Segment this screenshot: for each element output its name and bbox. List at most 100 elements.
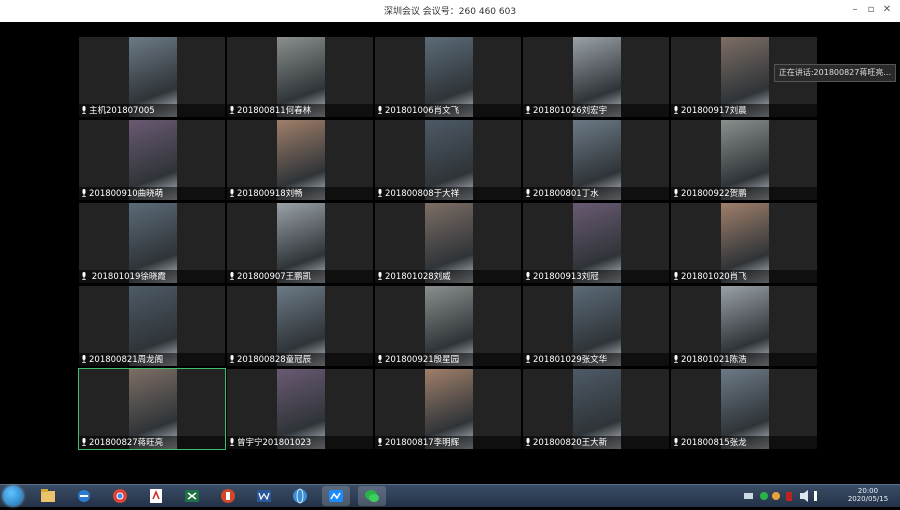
taskbar-app-wechat[interactable]: [358, 486, 386, 506]
taskbar-app-chrome[interactable]: [106, 486, 134, 506]
participant-tile[interactable]: 201800815张龙: [671, 369, 817, 449]
participant-tile[interactable]: 201800817李明辉: [375, 369, 521, 449]
wechat-tray-icon[interactable]: [760, 492, 768, 500]
participant-tile[interactable]: 曾宇宁201801023: [227, 369, 373, 449]
tile-label-bar: 201801020肖飞: [671, 270, 817, 283]
tile-label-bar: 201800921殷星园: [375, 353, 521, 366]
participant-name-text: 201800811何春林: [237, 106, 312, 116]
meeting-app-icon: [329, 490, 343, 502]
speaking-tooltip: 正在讲话:201800827蒋旺亮...: [773, 64, 896, 82]
participant-tile[interactable]: 201801026刘宏宇: [523, 37, 669, 117]
word-icon: [257, 490, 271, 502]
tile-label-bar: 曾宇宁201801023: [227, 436, 373, 449]
microphone-icon: [378, 272, 382, 280]
taskbar-app-file-explorer[interactable]: [34, 486, 62, 506]
minimize-button[interactable]: –: [848, 3, 862, 17]
participant-tile[interactable]: 201801029张文华: [523, 286, 669, 366]
tile-label-bar: 201800913刘冠: [523, 270, 669, 283]
participant-tile[interactable]: 201800801丁水: [523, 120, 669, 200]
security-tray-icon[interactable]: [786, 492, 792, 501]
participant-name-text: 201801019徐晓霞: [89, 272, 166, 282]
participant-name-text: 201800820王大新: [533, 438, 608, 448]
keyboard-icon[interactable]: [744, 493, 753, 499]
tile-label-bar: 201800918刘畅: [227, 187, 373, 200]
taskbar: 20:00 2020/05/15: [0, 484, 900, 507]
maximize-button[interactable]: ▫: [864, 3, 878, 17]
participant-tile[interactable]: 201800811何春林: [227, 37, 373, 117]
participant-tile[interactable]: 201800922贺鹏: [671, 120, 817, 200]
tile-label-bar: 201800808于大祥: [375, 187, 521, 200]
microphone-icon: [526, 272, 530, 280]
participant-name-text: 201800801丁水: [533, 189, 599, 199]
participant-tile[interactable]: 201800913刘冠: [523, 203, 669, 283]
excel-icon: [185, 490, 199, 502]
participant-tile[interactable]: 201800921殷星园: [375, 286, 521, 366]
volume-icon[interactable]: [800, 490, 808, 502]
tile-label-bar: 201800827蒋旺亮: [79, 436, 225, 449]
participant-name-text: 曾宇宁201801023: [237, 438, 312, 448]
taskbar-app-pdf[interactable]: [142, 486, 170, 506]
participant-name-text: 201801006肖文飞: [385, 106, 460, 116]
taskbar-app-ie[interactable]: [70, 486, 98, 506]
tile-label-bar: 201800910曲晓萌: [79, 187, 225, 200]
taskbar-app-globe[interactable]: [286, 486, 314, 506]
participant-name: 201800821周龙阁: [81, 353, 163, 365]
participant-name-text: 主机201807005: [89, 106, 155, 116]
microphone-icon: [526, 189, 530, 197]
participant-tile[interactable]: 201800910曲晓萌: [79, 120, 225, 200]
tile-label-bar: 主机201807005: [79, 104, 225, 117]
microphone-icon: [82, 438, 86, 446]
participant-name-text: 201800910曲晓萌: [89, 189, 164, 199]
participant-name: 201801026刘宏宇: [525, 104, 607, 116]
participant-tile[interactable]: 201801020肖飞: [671, 203, 817, 283]
file-explorer-icon: [41, 489, 55, 502]
tile-label-bar: 201800922贺鹏: [671, 187, 817, 200]
participant-tile[interactable]: 201801028刘威: [375, 203, 521, 283]
participant-name: 201800917刘晨: [673, 104, 747, 116]
taskbar-app-excel[interactable]: [178, 486, 206, 506]
tray-icons: [744, 490, 817, 502]
participant-tile[interactable]: 主机201807005: [79, 37, 225, 117]
participant-name: 201801029张文华: [525, 353, 607, 365]
microphone-icon: [674, 189, 678, 197]
flag-icon[interactable]: [814, 491, 817, 501]
participant-name-text: 201801021陈浩: [681, 355, 747, 365]
clock-time: 20:00: [857, 487, 879, 495]
participant-tile[interactable]: 201800808于大祥: [375, 120, 521, 200]
microphone-icon: [230, 272, 234, 280]
tile-label-bar: 201800811何春林: [227, 104, 373, 117]
participant-name: 201800815张龙: [673, 436, 747, 448]
participant-name: 201800811何春林: [229, 104, 311, 116]
close-button[interactable]: ✕: [880, 3, 894, 17]
participant-name: 201800910曲晓萌: [81, 187, 163, 199]
participant-tile[interactable]: 201800907王鹏凯: [227, 203, 373, 283]
participant-name: 201801019徐晓霞: [81, 270, 166, 282]
start-button[interactable]: [3, 486, 23, 506]
taskbar-app-powerpoint[interactable]: [214, 486, 242, 506]
participant-name: 201800828童冠辰: [229, 353, 311, 365]
taskbar-app-meeting-app[interactable]: [322, 486, 350, 506]
participant-tile[interactable]: 201800821周龙阁: [79, 286, 225, 366]
microphone-icon: [82, 272, 86, 280]
participant-tile[interactable]: 201800820王大新: [523, 369, 669, 449]
taskbar-app-word[interactable]: [250, 486, 278, 506]
microphone-icon: [82, 106, 86, 114]
participant-tile[interactable]: 201800828童冠辰: [227, 286, 373, 366]
participant-name-text: 201800808于大祥: [385, 189, 460, 199]
microphone-icon: [674, 272, 678, 280]
clock[interactable]: 20:00 2020/05/15: [844, 487, 892, 503]
participant-tile[interactable]: 201801021陈浩: [671, 286, 817, 366]
tile-label-bar: 201800907王鹏凯: [227, 270, 373, 283]
participant-tile[interactable]: 201800827蒋旺亮: [78, 368, 226, 450]
globe-icon: [293, 488, 307, 504]
participant-name: 201800918刘畅: [229, 187, 303, 199]
meeting-stage: 主机201807005 201800811何春林 201801006肖文飞 20180…: [0, 22, 900, 484]
participant-tile[interactable]: 201801006肖文飞: [375, 37, 521, 117]
participant-name-text: 201800827蒋旺亮: [89, 438, 164, 448]
microphone-icon: [82, 189, 86, 197]
participant-tile[interactable]: 201801019徐晓霞: [79, 203, 225, 283]
qq-tray-icon[interactable]: [772, 492, 780, 500]
participant-tile[interactable]: 201800918刘畅: [227, 120, 373, 200]
participant-name-text: 201800828童冠辰: [237, 355, 312, 365]
tile-label-bar: 201801019徐晓霞: [79, 270, 225, 283]
